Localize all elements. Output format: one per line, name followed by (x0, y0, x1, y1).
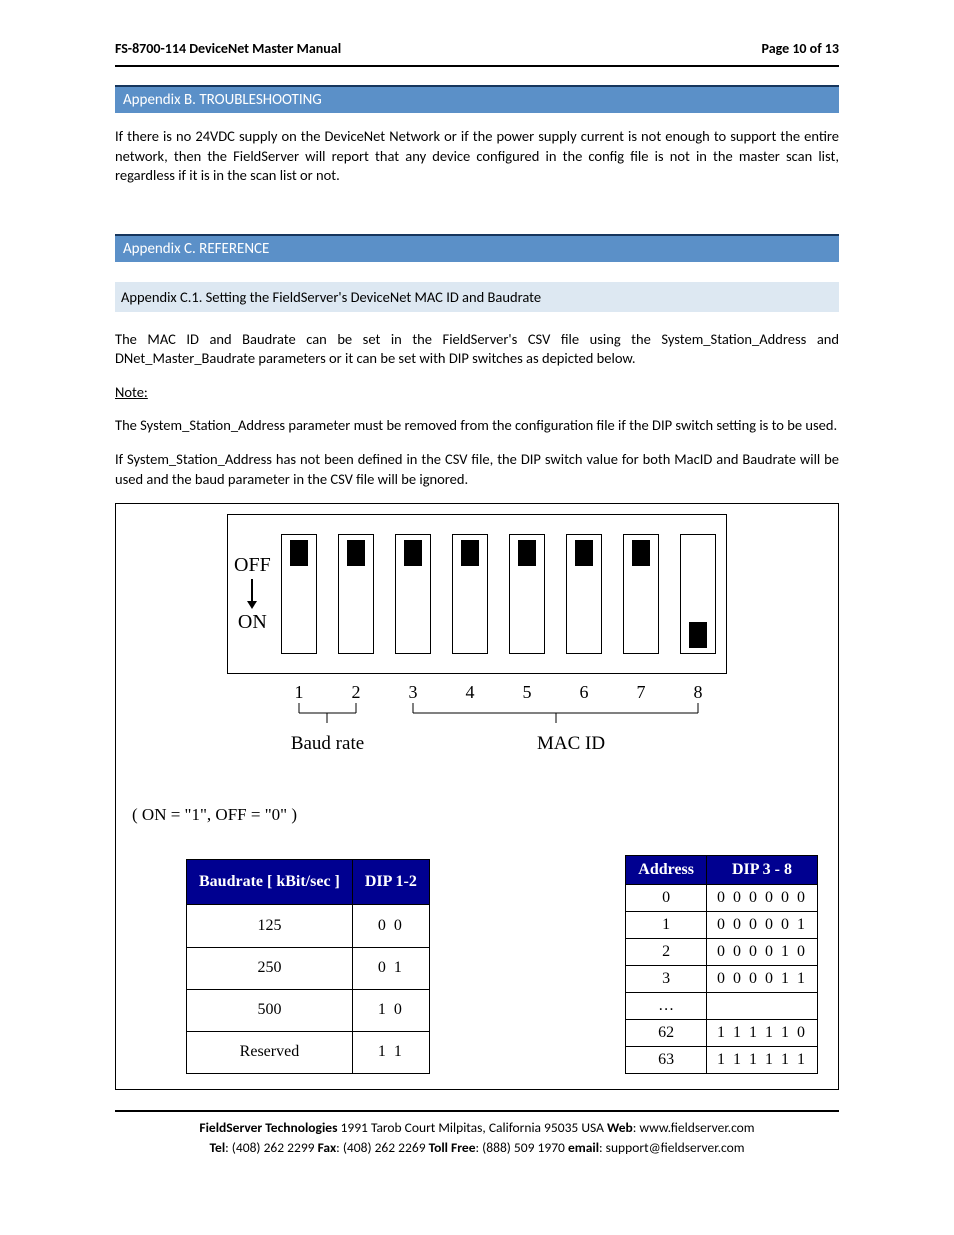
note-label: Note: (115, 383, 839, 403)
table-row: 10 0 0 0 0 1 (626, 912, 818, 939)
address-table: Address DIP 3 - 8 00 0 0 0 0 0 10 0 0 0 … (625, 855, 818, 1074)
appendix-c1-para1: The MAC ID and Baudrate can be set in th… (115, 330, 839, 369)
dip-switch-6 (566, 534, 602, 654)
dip-switch-3 (395, 534, 431, 654)
footer-company: FieldServer Technologies (199, 1119, 337, 1136)
addr-table-header-address: Address (626, 856, 707, 885)
footer-tollfree-label: Toll Free (429, 1139, 476, 1156)
dip-switch-7 (623, 534, 659, 654)
switch-row (281, 534, 716, 654)
arrow-down-icon (245, 579, 259, 609)
page-header: FS-8700-114 DeviceNet Master Manual Page… (115, 40, 839, 67)
table-row: 1250 0 (187, 905, 430, 947)
footer-email: : support@fieldserver.com (599, 1139, 744, 1156)
group-labels: Baud rate MAC ID (281, 733, 727, 755)
table-row: 20 0 0 0 1 0 (626, 939, 818, 966)
on-label: ON (238, 611, 267, 634)
addr-table-header-dip: DIP 3 - 8 (707, 856, 818, 885)
appendix-c1-para2: If System_Station_Address has not been d… (115, 450, 839, 489)
footer-web-label: Web (607, 1119, 633, 1136)
dip-switch-2 (338, 534, 374, 654)
table-row: … (626, 993, 818, 1020)
footer-tel: : (408) 262 2299 (225, 1139, 317, 1156)
group-brackets (281, 703, 741, 725)
dip-switch-4 (452, 534, 488, 654)
page-footer: FieldServer Technologies 1991 Tarob Cour… (115, 1110, 839, 1157)
dip-switch-1 (281, 534, 317, 654)
footer-tel-label: Tel (210, 1139, 226, 1156)
page-number: Page 10 of 13 (762, 40, 839, 57)
appendix-c-heading: Appendix C. REFERENCE (115, 234, 839, 262)
table-row: 5001 0 (187, 989, 430, 1031)
dip-switch-8 (680, 534, 716, 654)
footer-email-label: email (568, 1139, 599, 1156)
table-row: 00 0 0 0 0 0 (626, 885, 818, 912)
appendix-b-body: If there is no 24VDC supply on the Devic… (115, 127, 839, 186)
appendix-b-heading: Appendix B. TROUBLESHOOTING (115, 85, 839, 113)
baudrate-table: Baudrate [ kBit/sec ] DIP 1-2 1250 0 250… (186, 859, 430, 1074)
baud-table-header-rate: Baudrate [ kBit/sec ] (187, 860, 353, 905)
baud-table-header-dip: DIP 1-2 (352, 860, 429, 905)
footer-address: 1991 Tarob Court Milpitas, California 95… (337, 1119, 607, 1136)
footer-fax: : (408) 262 2269 (336, 1139, 428, 1156)
dip-switch-diagram: OFF ON (115, 503, 839, 1090)
footer-fax-label: Fax (318, 1139, 337, 1156)
appendix-c1-heading: Appendix C.1. Setting the FieldServer's … (115, 282, 839, 312)
footer-tollfree: : (888) 509 1970 (476, 1139, 568, 1156)
baud-rate-label: Baud rate (281, 733, 374, 755)
footer-web: : www.fieldserver.com (633, 1119, 755, 1136)
table-row: Reserved1 1 (187, 1031, 430, 1073)
table-row: 2500 1 (187, 947, 430, 989)
table-row: 631 1 1 1 1 1 (626, 1047, 818, 1074)
dip-switch-panel: OFF ON (227, 514, 727, 674)
table-row: 621 1 1 1 1 0 (626, 1020, 818, 1047)
doc-title: FS-8700-114 DeviceNet Master Manual (115, 40, 341, 57)
off-on-labels: OFF ON (234, 554, 271, 634)
switch-numbers: 1 2 3 4 5 6 7 8 (281, 682, 727, 703)
mac-id-label: MAC ID (395, 733, 727, 755)
on-off-legend: ( ON = "1", OFF = "0" ) (132, 805, 828, 825)
dip-switch-5 (509, 534, 545, 654)
off-label: OFF (234, 554, 271, 577)
note-body: The System_Station_Address parameter mus… (115, 416, 839, 436)
table-row: 30 0 0 0 1 1 (626, 966, 818, 993)
